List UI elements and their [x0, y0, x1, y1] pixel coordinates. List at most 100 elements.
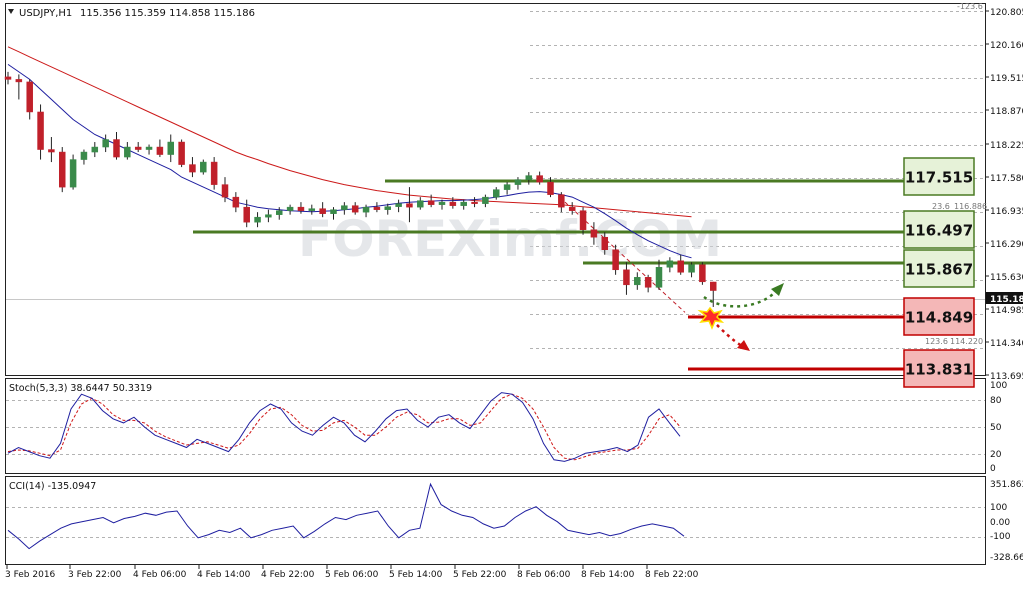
time-tick-label: 8 Feb 14:00 — [581, 570, 635, 580]
candle-body — [189, 164, 196, 173]
time-tick-label: 5 Feb 14:00 — [389, 570, 443, 580]
candle-body — [568, 206, 576, 211]
cci-axis-label: -100 — [990, 532, 1011, 542]
stoch-axis-label: 0 — [990, 464, 996, 474]
candle-body — [319, 208, 326, 214]
fib-236-label: 23.6 — [932, 202, 950, 211]
candle-body — [395, 203, 402, 207]
candle-body — [341, 205, 348, 210]
time-tick-label: 4 Feb 22:00 — [261, 570, 315, 580]
time-tick-label: 8 Feb 06:00 — [517, 570, 571, 580]
level-label-113.831: 113.831 — [905, 361, 973, 379]
level-label-114.849: 114.849 — [905, 309, 973, 327]
fib-236-price: 116.886 — [954, 202, 987, 211]
time-tick-label: 4 Feb 06:00 — [133, 570, 187, 580]
candle-body — [113, 139, 120, 158]
symbol-title: USDJPY,H1 — [19, 8, 72, 19]
candle-body — [427, 200, 435, 205]
candle-body — [134, 146, 142, 150]
price-axis: 120.805 120.160 119.515 118.870 118.225 117.5… — [985, 8, 1023, 563]
candle-body — [525, 175, 533, 180]
candle-body — [536, 175, 543, 183]
candle-body — [265, 214, 272, 218]
candle-body — [623, 269, 630, 286]
stoch-axis-label: 80 — [990, 396, 1002, 406]
price-tick-label: 120.805 — [990, 8, 1023, 18]
candle-body — [503, 184, 511, 190]
price-tick-label: 116.290 — [990, 240, 1023, 250]
stoch-label: Stoch(5,3,3) 38.6447 50.3319 — [9, 383, 152, 394]
cci-axis-label: -328.660 — [990, 553, 1023, 563]
level-label-116.497: 116.497 — [905, 222, 973, 240]
time-axis: 3 Feb 2016 3 Feb 22:00 4 Feb 06:00 4 Feb 14… — [5, 565, 699, 580]
price-tick-label: 115.630 — [990, 273, 1023, 283]
candle-body — [373, 206, 381, 210]
candle-body — [547, 181, 554, 195]
time-tick-label: 8 Feb 22:00 — [645, 570, 699, 580]
candle-body — [558, 194, 565, 208]
chart-canvas[interactable]: FOREXimf.COM 23.6 116.886 123.6 114.220 -123… — [0, 0, 1023, 586]
candle-body — [210, 161, 218, 185]
candle-body — [612, 249, 619, 271]
cci-axis-label: 351.863 — [990, 480, 1023, 490]
candle-body — [124, 146, 131, 158]
price-tick-label: 119.515 — [990, 74, 1023, 84]
candle-body — [156, 146, 164, 155]
candle-body — [15, 79, 23, 83]
candle-body — [221, 184, 229, 198]
candle-body — [80, 151, 88, 160]
candle-body — [493, 189, 500, 198]
candle-body — [644, 277, 652, 288]
level-label-115.867: 115.867 — [905, 261, 973, 279]
candle-body — [308, 208, 316, 211]
candle-body — [677, 260, 684, 273]
time-tick-label: 5 Feb 22:00 — [453, 570, 507, 580]
current-price-label: 115.186 — [990, 295, 1023, 305]
candle-body — [69, 159, 77, 188]
candle-body — [449, 201, 457, 206]
price-tick-label: 118.870 — [990, 107, 1023, 117]
fib-1236-price: 114.220 — [950, 337, 983, 346]
candle-body — [276, 210, 283, 215]
chart-window[interactable]: FOREXimf.COM 23.6 116.886 123.6 114.220 -123… — [0, 0, 1023, 586]
ohlc-readout: 115.356 115.359 114.858 115.186 — [80, 8, 255, 19]
candle-body — [26, 81, 33, 113]
candle-body — [37, 111, 44, 150]
candle-body — [514, 179, 522, 185]
candle-body — [590, 229, 598, 238]
time-tick-label: 3 Feb 2016 — [5, 570, 56, 580]
watermark: FOREXimf.COM — [298, 210, 722, 268]
candle-body — [579, 210, 587, 230]
candle-body — [4, 76, 12, 80]
candle-body — [482, 196, 489, 204]
candle-body — [362, 206, 370, 213]
candle-body — [232, 196, 240, 208]
stoch-axis-label: 100 — [990, 381, 1007, 391]
candle-body — [634, 277, 641, 286]
candle-body — [145, 146, 153, 150]
candle-body — [286, 206, 294, 211]
candle-body — [710, 281, 717, 291]
stoch-axis-label: 50 — [990, 423, 1002, 433]
price-tick-label: 116.935 — [990, 207, 1023, 217]
candle-body — [699, 264, 706, 283]
candle-body — [688, 264, 695, 273]
candle-body — [655, 267, 663, 288]
time-tick-label: 4 Feb 14:00 — [197, 570, 251, 580]
price-tick-label: 114.340 — [990, 339, 1023, 349]
candle-body — [91, 146, 99, 153]
candle-body — [59, 151, 66, 188]
candle-body — [438, 201, 446, 205]
candle-body — [254, 216, 261, 223]
price-tick-label: 118.225 — [990, 141, 1023, 151]
candle-body — [384, 206, 391, 210]
candle-body — [167, 141, 174, 155]
candle-body — [406, 203, 413, 208]
candle-body — [200, 161, 207, 173]
cci-panel — [5, 476, 986, 565]
candle-body — [330, 209, 337, 214]
stoch-panel — [5, 378, 986, 474]
watermark-text: FOREXimf.COM — [298, 210, 722, 268]
cci-axis-label: 100 — [990, 503, 1007, 513]
candle-body — [601, 236, 608, 250]
